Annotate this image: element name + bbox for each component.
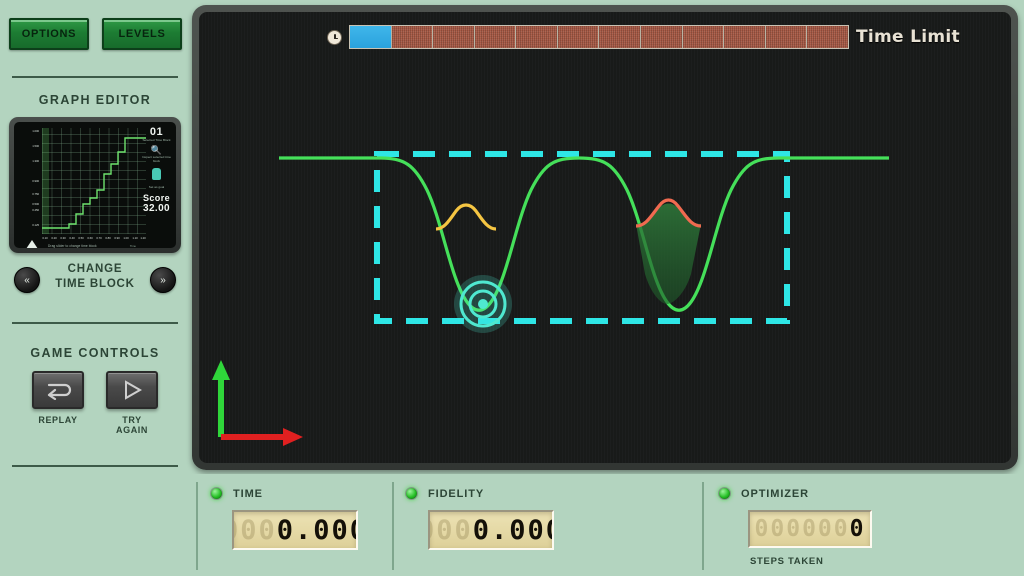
time-led-icon [210,487,223,500]
time-panel-header: TIME [210,487,263,500]
atom-icon[interactable] [140,167,173,185]
separator-3 [702,482,704,570]
separator-2 [392,482,394,570]
bottom-status-bar: TIME 0000.000 FIDELITY 0000.000 [0,474,1024,576]
potential-plot [212,151,889,446]
graph-editor-screen: 1.000 1.500 1.300 0.900 0.750 0.500 0.45… [14,122,176,248]
ge-step-curve [42,128,146,234]
replay-label: REPLAY [38,415,78,425]
left-wavefunction [435,203,497,231]
play-icon [125,380,143,400]
ge-level-caption: Selected Time Block [142,138,171,142]
ge-ytick: 1.500 [32,144,39,148]
x-axis-arrow-icon [283,428,303,446]
ge-ytick: 0.500 [32,202,39,206]
ge-hint-text: Drag slider to change time block [48,244,97,248]
ge-ytick: 1.300 [32,159,39,163]
fidelity-display-off: 000 [430,514,473,546]
ge-score-value: 32.00 [142,203,171,215]
time-display: 0000.000 [232,510,358,550]
divider-middle [12,322,178,324]
divider-bottom [12,465,178,467]
optimizer-display-off: 000000 [754,515,850,542]
ge-ytick: 0.900 [32,179,39,183]
time-label: TIME [233,487,263,500]
optimizer-panel-header: OPTIMIZER [718,487,809,500]
ge-time-axis-label: Time [129,244,136,248]
graph-editor-thumbnail[interactable]: 1.000 1.500 1.300 0.900 0.750 0.500 0.45… [9,117,181,253]
optimizer-label: OPTIMIZER [741,487,809,500]
top-button-group: OPTIONS LEVELS [9,18,182,50]
steps-taken-label: STEPS TAKEN [750,556,824,567]
ge-atom-caption: Set as goal [148,184,165,189]
target-marker-icon[interactable] [454,275,512,333]
options-button[interactable]: OPTIONS [9,18,89,50]
game-controls-row: REPLAY TRY AGAIN [0,371,190,435]
simulation-canvas[interactable]: Time Limit [199,12,1011,463]
fidelity-display-value: 0.000 [472,514,552,546]
right-density-fill [636,203,701,304]
ge-score-label: Score [142,193,170,204]
loop-icon [47,383,72,400]
game-controls-title: GAME CONTROLS [30,346,160,360]
ge-ytick: 0.750 [32,192,39,196]
optimizer-display: 0000000 [748,510,872,548]
time-display-value: 0.000 [276,514,356,546]
optimizer-led-icon [718,487,731,500]
simulation-screen-bezel: Time Limit [192,5,1018,470]
fidelity-display: 0000.000 [428,510,554,550]
try-again-label: TRY AGAIN [116,415,148,435]
ge-ytick: 0.450 [32,208,39,212]
prev-time-block-button[interactable]: « [14,267,40,293]
next-time-block-button[interactable]: » [150,267,176,293]
axis-arrows [212,360,303,446]
selection-box[interactable] [374,151,790,324]
ge-level-number: 01 [149,126,164,138]
divider-top [12,76,178,78]
potential-curve [279,156,889,312]
y-axis-arrow-icon [212,360,230,380]
levels-button[interactable]: LEVELS [102,18,182,50]
separator-1 [196,482,198,570]
ge-xtick: 1.20 [140,236,146,240]
time-display-off: 000 [234,514,277,546]
chevron-left-icon: « [24,274,30,286]
ge-ytick: 1.000 [32,129,39,133]
ge-plot-area [42,128,146,234]
ge-ytick: 0.125 [32,223,39,227]
replay-button[interactable] [32,371,84,409]
ge-info-column: 01 Selected Time Block 🔍 Inspect selecte… [140,126,173,214]
chevron-right-icon: » [160,274,166,286]
try-again-control: TRY AGAIN [106,371,158,435]
graph-editor-title: GRAPH EDITOR [38,93,152,107]
ge-inspect-caption: Inspect selected time block [141,154,172,163]
magnifier-icon[interactable]: 🔍 [140,145,173,155]
fidelity-panel-header: FIDELITY [405,487,484,500]
optimizer-display-value: 0 [849,515,866,542]
replay-control: REPLAY [32,371,84,435]
fidelity-led-icon [405,487,418,500]
game-window: OPTIONS LEVELS GRAPH EDITOR 1.000 1.500 … [0,0,1024,576]
ge-slider-handle[interactable] [26,240,38,248]
try-again-button[interactable] [106,371,158,409]
fidelity-label: FIDELITY [428,487,485,500]
